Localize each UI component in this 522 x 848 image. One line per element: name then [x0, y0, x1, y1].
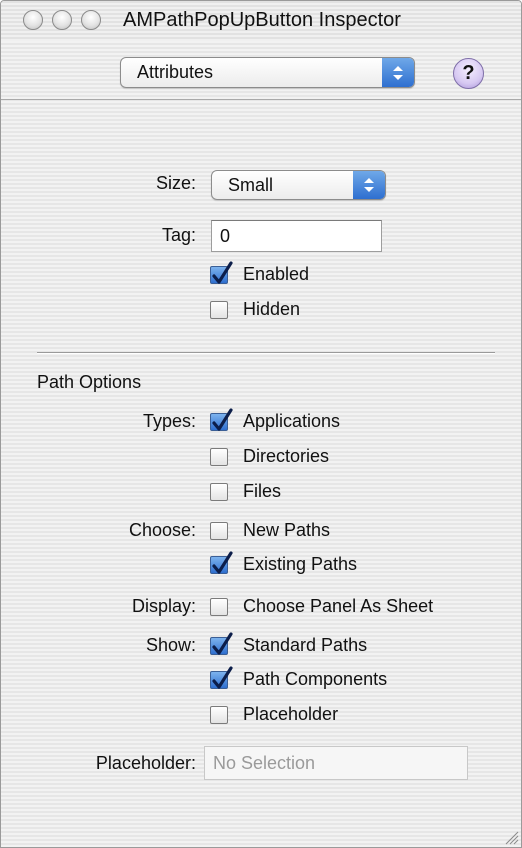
path-components-label: Path Components — [243, 669, 388, 689]
path-components-check-icon — [210, 666, 233, 689]
directories-check-box — [210, 448, 228, 466]
applications-label: Applications — [243, 411, 341, 431]
size-label: Size: — [155, 173, 196, 193]
tag-label: Tag: — [161, 225, 196, 245]
show-label: Show: — [145, 635, 196, 655]
help-button[interactable]: ? — [453, 58, 484, 89]
existing-paths-label: Existing Paths — [243, 554, 358, 574]
enabled-label: Enabled — [243, 264, 310, 284]
popup-arrows-icon — [353, 171, 385, 199]
hidden-check-box — [210, 301, 228, 319]
hidden-label: Hidden — [243, 299, 301, 319]
inspector-mode-popup[interactable]: Attributes — [120, 57, 415, 88]
placeholder-checkbox-label: Placeholder — [243, 704, 339, 724]
section-divider — [37, 352, 495, 353]
placeholder-field-label: Placeholder: — [95, 753, 196, 773]
files-check-box — [210, 483, 228, 501]
new-paths-check-box — [210, 522, 228, 540]
title-bar: AMPathPopUpButton Inspector — [1, 1, 521, 41]
applications-check-icon — [210, 408, 233, 431]
size-popup[interactable]: Small — [211, 170, 386, 200]
types-label: Types: — [142, 411, 196, 431]
window-title: AMPathPopUpButton Inspector — [123, 9, 401, 31]
path-options-heading: Path Options — [37, 372, 142, 392]
resize-grip-icon[interactable] — [503, 829, 519, 845]
size-popup-value: Small — [228, 175, 274, 195]
directories-label: Directories — [243, 446, 330, 466]
minimize-window-button[interactable] — [52, 10, 72, 30]
enabled-check-icon — [210, 261, 233, 284]
placeholder-check-box — [210, 706, 228, 724]
standard-paths-check-icon — [210, 632, 233, 655]
files-label: Files — [243, 481, 282, 501]
choose-panel-label: Choose Panel As Sheet — [243, 596, 434, 616]
inspector-window: AMPathPopUpButton Inspector Attributes ?… — [0, 0, 522, 848]
display-label: Display: — [131, 596, 196, 616]
zoom-window-button[interactable] — [81, 10, 101, 30]
existing-paths-check-icon — [210, 551, 233, 574]
choose-panel-check-box — [210, 598, 228, 616]
tag-field[interactable]: 0 — [211, 220, 382, 252]
close-window-button[interactable] — [23, 10, 43, 30]
standard-paths-label: Standard Paths — [243, 635, 368, 655]
toolbar-divider — [1, 99, 521, 100]
inspector-mode-label: Attributes — [137, 62, 214, 82]
popup-arrows-icon — [382, 58, 414, 87]
new-paths-label: New Paths — [243, 520, 331, 540]
placeholder-field[interactable]: No Selection — [204, 746, 468, 780]
choose-label: Choose: — [128, 520, 196, 540]
